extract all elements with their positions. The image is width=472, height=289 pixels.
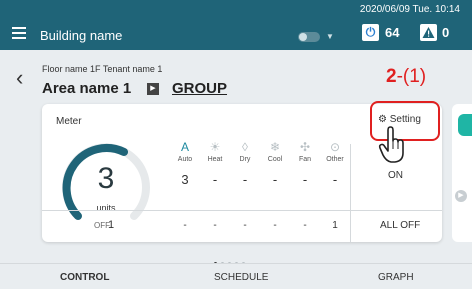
- mode-count-off: -: [243, 220, 247, 231]
- on-button[interactable]: ON: [388, 170, 403, 181]
- mode-heat: ☀ Heat - -: [200, 140, 230, 231]
- mode-count-on: -: [212, 172, 218, 187]
- back-icon[interactable]: ‹: [16, 65, 23, 91]
- mode-dry: ◊ Dry - -: [230, 140, 260, 231]
- power-icon[interactable]: ⏻: [362, 24, 379, 41]
- mode-count-off: 1: [332, 220, 338, 231]
- top-bar: Building name 2020/06/09 Tue. 10:14 ▼ ⏻ …: [0, 0, 472, 50]
- tab-graph[interactable]: GRAPH: [378, 272, 414, 283]
- next-card-peek[interactable]: [452, 104, 472, 242]
- mode-label: Fan: [298, 156, 312, 163]
- heat-icon: ☀: [209, 140, 221, 154]
- power-count: 64: [385, 25, 400, 40]
- step-sub: -(1): [396, 66, 427, 87]
- mode-other: ⊙ Other - 1: [320, 140, 350, 231]
- gauge-unit: units: [96, 203, 116, 213]
- chevron-right-icon[interactable]: ▶: [147, 83, 159, 95]
- warning-icon[interactable]: [420, 24, 437, 41]
- chevron-down-icon[interactable]: ▼: [326, 32, 334, 41]
- building-name: Building name: [40, 28, 123, 43]
- gauge-value: 3: [97, 162, 115, 195]
- mode-label: Auto: [177, 156, 193, 163]
- mode-auto: A Auto 3 -: [170, 140, 200, 231]
- mode-count-off: -: [303, 220, 307, 231]
- mode-fan: ✣ Fan - -: [290, 140, 320, 231]
- step-annotation: 2-(1): [386, 66, 426, 88]
- area-name: Area name 1: [42, 80, 132, 97]
- cool-icon: ❄: [269, 140, 281, 154]
- off-count: 1: [108, 219, 115, 231]
- mode-count-on: -: [272, 172, 278, 187]
- mode-count-on: -: [242, 172, 248, 187]
- group-link[interactable]: GROUP: [172, 80, 227, 97]
- meter-label: Meter: [56, 116, 82, 127]
- divider: [350, 144, 351, 242]
- auto-icon: A: [180, 140, 189, 154]
- fan-icon: ✣: [299, 140, 311, 154]
- mode-count-on: 3: [181, 172, 189, 187]
- tab-control[interactable]: CONTROL: [60, 272, 109, 283]
- next-card-cap: [458, 114, 472, 136]
- mode-count-off: -: [273, 220, 277, 231]
- tab-schedule[interactable]: SCHEDULE: [214, 272, 268, 283]
- datetime: 2020/06/09 Tue. 10:14: [359, 4, 460, 15]
- other-icon: ⊙: [329, 140, 341, 154]
- mode-count-off: -: [213, 220, 217, 231]
- floor-tenant-label: Floor name 1F Tenant name 1: [42, 64, 163, 74]
- alert-count: 0: [442, 25, 450, 40]
- mode-count-on: -: [332, 172, 338, 187]
- menu-icon[interactable]: [12, 27, 26, 39]
- mode-count-on: -: [302, 172, 308, 187]
- mode-label: Cool: [267, 156, 283, 163]
- mode-label: Other: [326, 156, 344, 163]
- chevron-right-icon[interactable]: ▶: [455, 190, 467, 202]
- mode-count-off: -: [183, 220, 187, 231]
- dry-icon: ◊: [242, 140, 248, 154]
- toggle-switch[interactable]: [298, 32, 320, 42]
- hand-pointer-icon: [378, 126, 408, 169]
- mode-label: Heat: [207, 156, 223, 163]
- all-off-button[interactable]: ALL OFF: [380, 220, 420, 231]
- divider: [42, 210, 442, 211]
- bottom-tab-bar: CONTROL SCHEDULE GRAPH: [0, 263, 472, 289]
- mode-label: Dry: [239, 156, 251, 163]
- step-number: 2: [386, 66, 397, 87]
- mode-cool: ❄ Cool - -: [260, 140, 290, 231]
